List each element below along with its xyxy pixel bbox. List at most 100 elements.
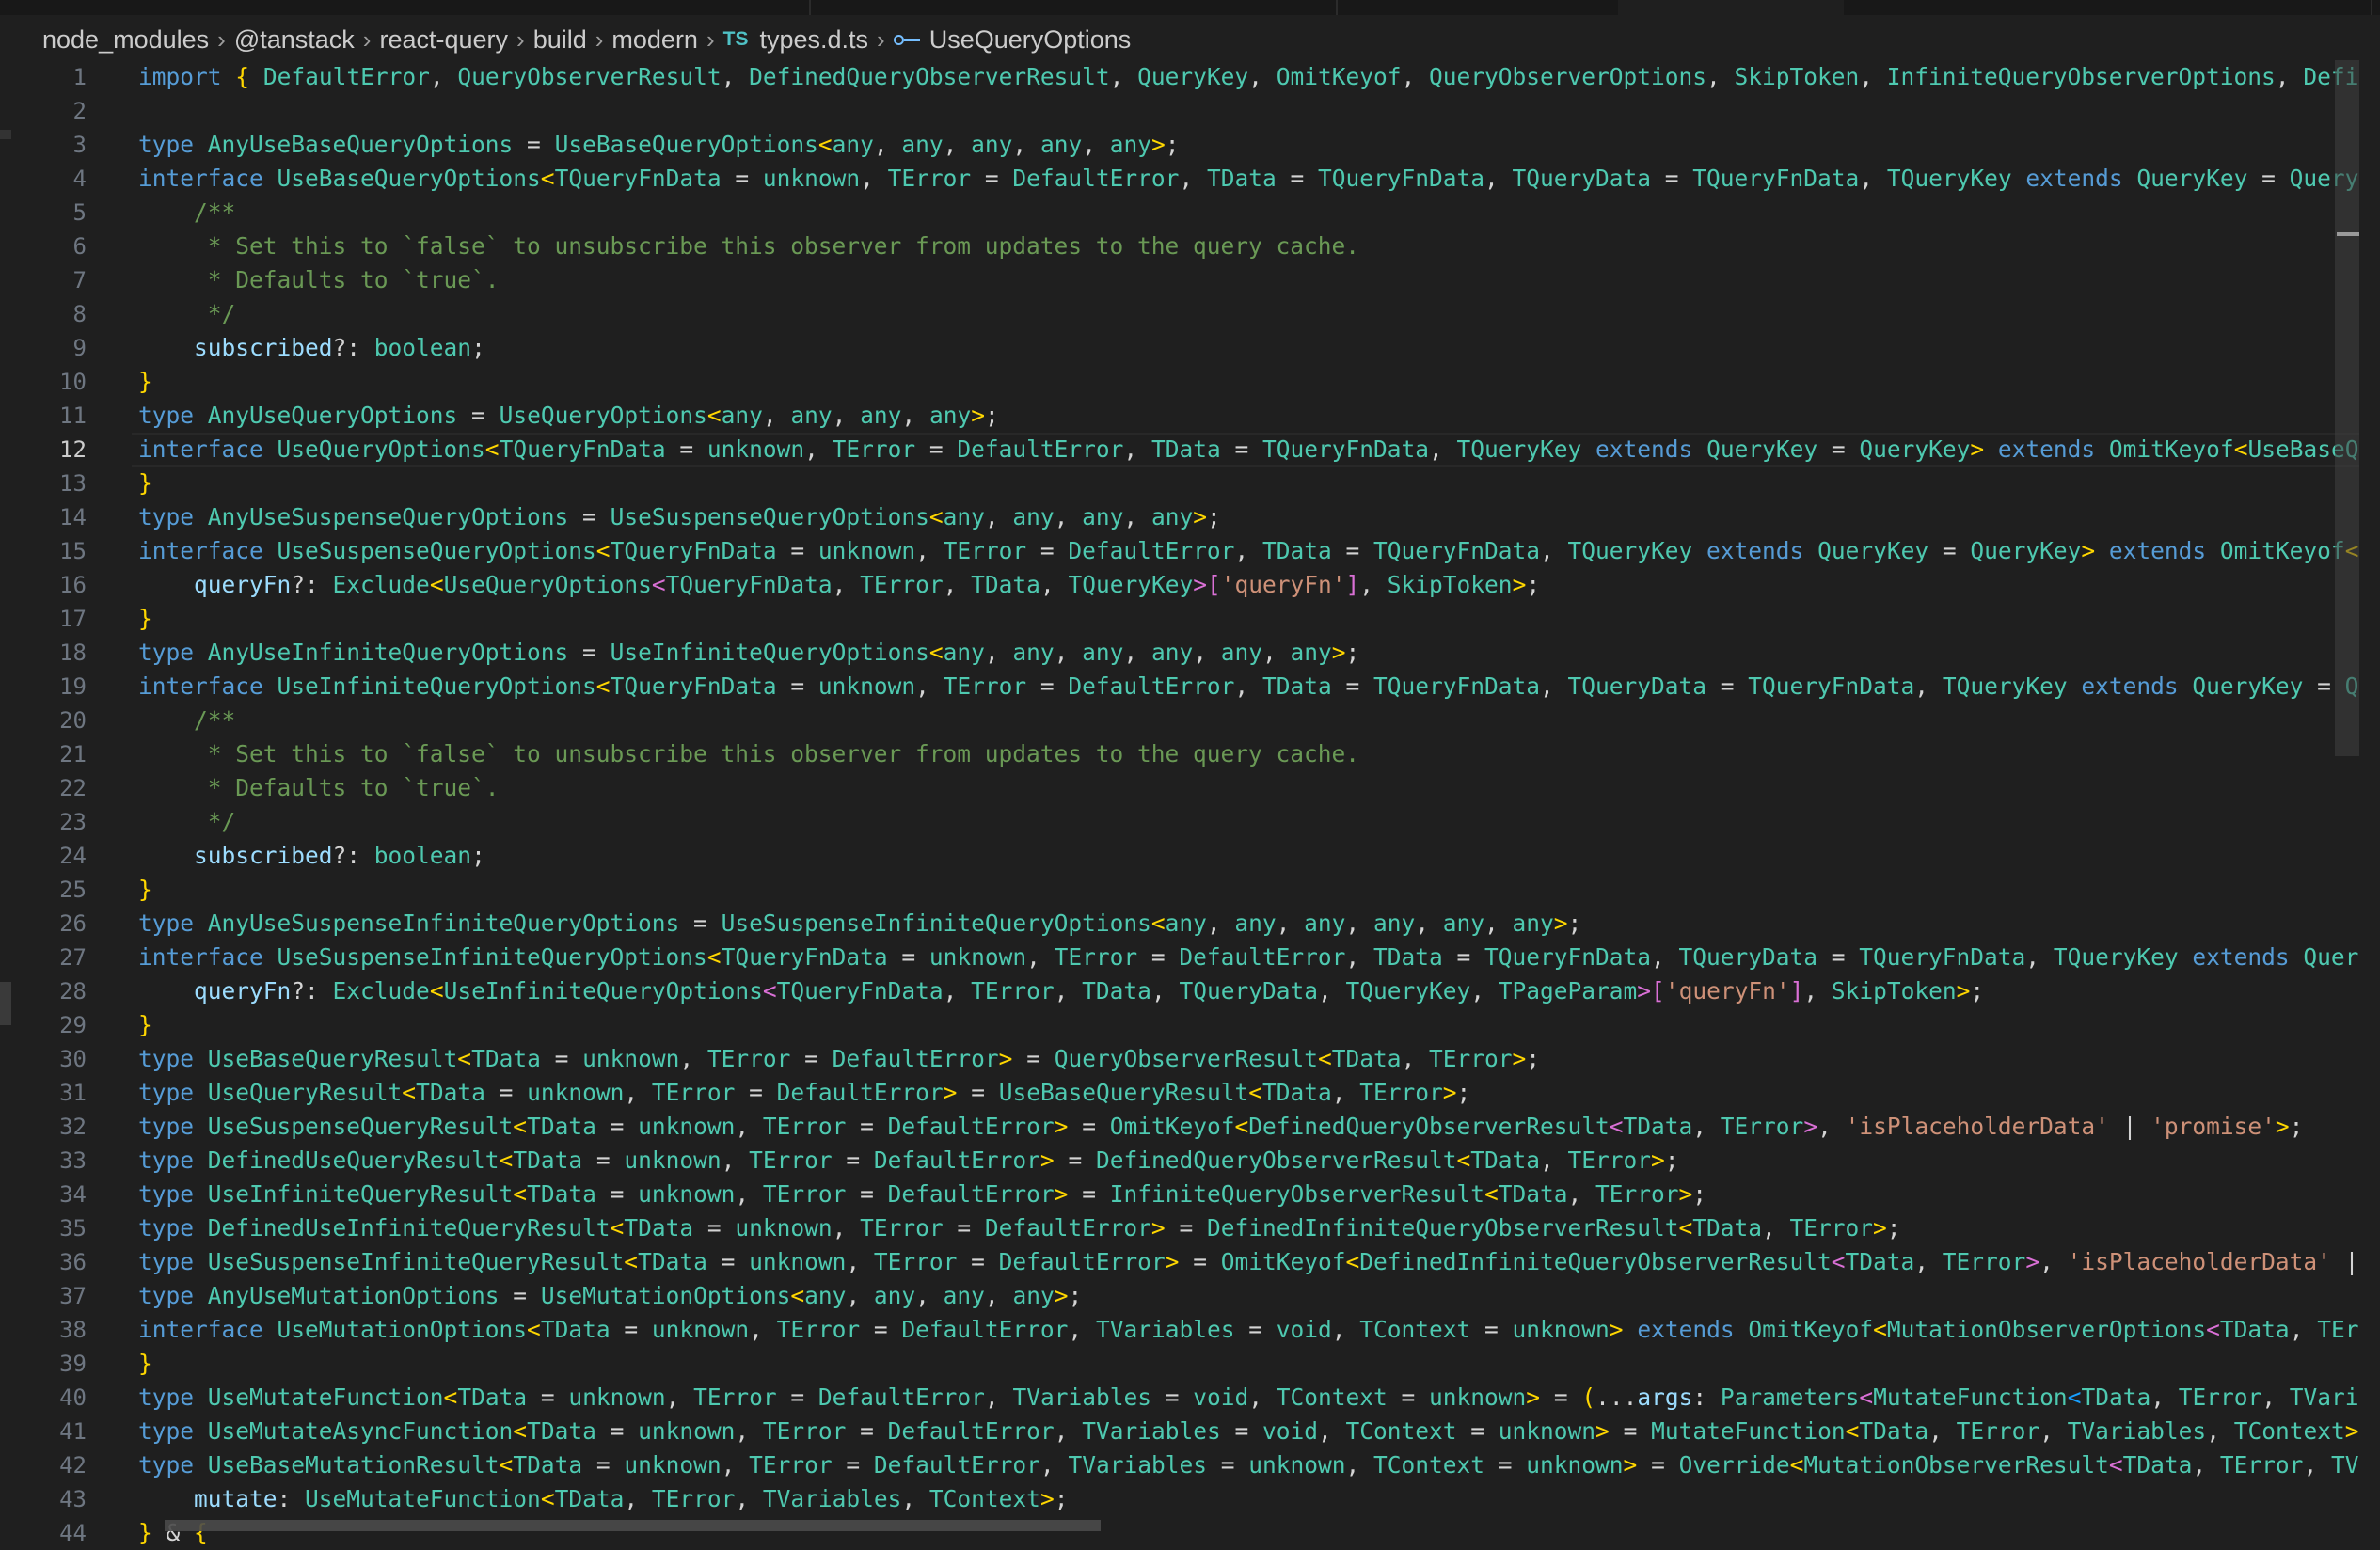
line-number[interactable]: 40: [28, 1381, 87, 1415]
vertical-scrollbar[interactable]: [2335, 60, 2359, 756]
line-number[interactable]: 26: [28, 907, 87, 941]
code-line[interactable]: 10}: [0, 365, 2380, 399]
breadcrumb-item-modern[interactable]: modern: [611, 25, 698, 55]
editor-tab-active[interactable]: [1618, 0, 1844, 15]
line-number[interactable]: 20: [28, 704, 87, 737]
line-number[interactable]: 6: [28, 229, 87, 263]
line-number[interactable]: 15: [28, 534, 87, 568]
line-number[interactable]: 2: [28, 94, 87, 128]
line-number[interactable]: 39: [28, 1347, 87, 1381]
line-number[interactable]: 44: [28, 1516, 87, 1550]
line-number[interactable]: 14: [28, 500, 87, 534]
code-line[interactable]: 41 type UseMutateAsyncFunction<TData = un…: [0, 1415, 2380, 1448]
line-number[interactable]: 43: [28, 1482, 87, 1516]
line-number[interactable]: 10: [28, 365, 87, 399]
breadcrumb-item-file[interactable]: types.d.ts: [759, 25, 868, 55]
code-line[interactable]: 31 type UseQueryResult<TData = unknown, T…: [0, 1076, 2380, 1110]
code-line[interactable]: 8 */: [0, 297, 2380, 331]
horizontal-scrollbar[interactable]: [165, 1520, 1101, 1531]
code-line[interactable]: 20 /**: [0, 704, 2380, 737]
line-number[interactable]: 27: [28, 941, 87, 974]
line-number[interactable]: 24: [28, 839, 87, 873]
line-number[interactable]: 41: [28, 1415, 87, 1448]
line-number[interactable]: 12: [28, 433, 87, 467]
code-line[interactable]: 35 type DefinedUseInfiniteQueryResult<TDa…: [0, 1211, 2380, 1245]
code-line[interactable]: 5 /**: [0, 196, 2380, 229]
line-number[interactable]: 3: [28, 128, 87, 162]
code-line[interactable]: 37 type AnyUseMutationOptions = UseMutati…: [0, 1279, 2380, 1313]
line-number[interactable]: 23: [28, 805, 87, 839]
code-line[interactable]: 15 interface UseSuspenseQueryOptions<TQue…: [0, 534, 2380, 568]
editor-tab[interactable]: [1336, 0, 1620, 15]
code-line[interactable]: 28 queryFn?: Exclude<UseInfiniteQueryOpt…: [0, 974, 2380, 1008]
code-line[interactable]: 38 interface UseMutationOptions<TData = u…: [0, 1313, 2380, 1347]
line-number[interactable]: 19: [28, 670, 87, 704]
line-number[interactable]: 34: [28, 1178, 87, 1211]
code-line[interactable]: 1 import { DefaultError, QueryObserverRes…: [0, 60, 2380, 94]
code-line[interactable]: 23 */: [0, 805, 2380, 839]
code-editor[interactable]: 1 import { DefaultError, QueryObserverRes…: [0, 60, 2380, 1546]
code-line[interactable]: 29}: [0, 1008, 2380, 1042]
code-line[interactable]: 39}: [0, 1347, 2380, 1381]
code-line[interactable]: 18 type AnyUseInfiniteQueryOptions = UseI…: [0, 636, 2380, 670]
line-number[interactable]: 1: [28, 60, 87, 94]
code-line[interactable]: 22 * Defaults to `true`.: [0, 771, 2380, 805]
code-line[interactable]: 16 queryFn?: Exclude<UseQueryOptions<TQu…: [0, 568, 2380, 602]
code-line[interactable]: 14 type AnyUseSuspenseQueryOptions = UseS…: [0, 500, 2380, 534]
code-line[interactable]: 2: [0, 94, 2380, 128]
code-line[interactable]: 13}: [0, 467, 2380, 500]
line-number[interactable]: 38: [28, 1313, 87, 1347]
line-number[interactable]: 8: [28, 297, 87, 331]
code-line[interactable]: 32 type UseSuspenseQueryResult<TData = un…: [0, 1110, 2380, 1144]
editor-tab[interactable]: [1844, 0, 2372, 15]
line-number[interactable]: 13: [28, 467, 87, 500]
line-number[interactable]: 11: [28, 399, 87, 433]
code-line[interactable]: 4 interface UseBaseQueryOptions<TQueryFnD…: [0, 162, 2380, 196]
code-line[interactable]: 6 * Set this to `false` to unsubscribe t…: [0, 229, 2380, 263]
code-line[interactable]: 34 type UseInfiniteQueryResult<TData = un…: [0, 1178, 2380, 1211]
breadcrumb-item-tanstack[interactable]: @tanstack: [234, 25, 355, 55]
line-number[interactable]: 42: [28, 1448, 87, 1482]
editor-tab[interactable]: [809, 0, 1338, 15]
code-line[interactable]: 25}: [0, 873, 2380, 907]
line-number[interactable]: 29: [28, 1008, 87, 1042]
breadcrumb-item-build[interactable]: build: [533, 25, 587, 55]
breadcrumb-item-symbol[interactable]: UseQueryOptions: [929, 25, 1132, 55]
line-number[interactable]: 35: [28, 1211, 87, 1245]
line-number[interactable]: 25: [28, 873, 87, 907]
line-number[interactable]: 9: [28, 331, 87, 365]
code-line[interactable]: 17}: [0, 602, 2380, 636]
line-number[interactable]: 31: [28, 1076, 87, 1110]
code-line[interactable]: 9 subscribed?: boolean;: [0, 331, 2380, 365]
editor-tab[interactable]: [527, 0, 811, 15]
line-number[interactable]: 37: [28, 1279, 87, 1313]
breadcrumb-item-react-query[interactable]: react-query: [379, 25, 508, 55]
line-number[interactable]: 33: [28, 1144, 87, 1178]
code-line[interactable]: 43 mutate: UseMutateFunction<TData, TErr…: [0, 1482, 2380, 1516]
line-number[interactable]: 21: [28, 737, 87, 771]
code-line[interactable]: 42 type UseBaseMutationResult<TData = unk…: [0, 1448, 2380, 1482]
line-number[interactable]: 16: [28, 568, 87, 602]
code-line[interactable]: 12 interface UseQueryOptions<TQueryFnData…: [0, 433, 2380, 467]
line-number[interactable]: 18: [28, 636, 87, 670]
line-number[interactable]: 7: [28, 263, 87, 297]
code-line[interactable]: 30 type UseBaseQueryResult<TData = unknow…: [0, 1042, 2380, 1076]
code-line[interactable]: 11 type AnyUseQueryOptions = UseQueryOpti…: [0, 399, 2380, 433]
code-line[interactable]: 40 type UseMutateFunction<TData = unknown…: [0, 1381, 2380, 1415]
code-line[interactable]: 27 interface UseSuspenseInfiniteQueryOpti…: [0, 941, 2380, 974]
line-number[interactable]: 4: [28, 162, 87, 196]
line-number[interactable]: 30: [28, 1042, 87, 1076]
code-line[interactable]: 36 type UseSuspenseInfiniteQueryResult<TD…: [0, 1245, 2380, 1279]
code-line[interactable]: 24 subscribed?: boolean;: [0, 839, 2380, 873]
code-line[interactable]: 7 * Defaults to `true`.: [0, 263, 2380, 297]
code-line[interactable]: 21 * Set this to `false` to unsubscribe …: [0, 737, 2380, 771]
line-number[interactable]: 17: [28, 602, 87, 636]
code-line[interactable]: 26 type AnyUseSuspenseInfiniteQueryOption…: [0, 907, 2380, 941]
line-number[interactable]: 32: [28, 1110, 87, 1144]
code-line[interactable]: 33 type DefinedUseQueryResult<TData = unk…: [0, 1144, 2380, 1178]
line-number[interactable]: 5: [28, 196, 87, 229]
line-number[interactable]: 22: [28, 771, 87, 805]
line-number[interactable]: 36: [28, 1245, 87, 1279]
code-line[interactable]: 19 interface UseInfiniteQueryOptions<TQue…: [0, 670, 2380, 704]
line-number[interactable]: 28: [28, 974, 87, 1008]
